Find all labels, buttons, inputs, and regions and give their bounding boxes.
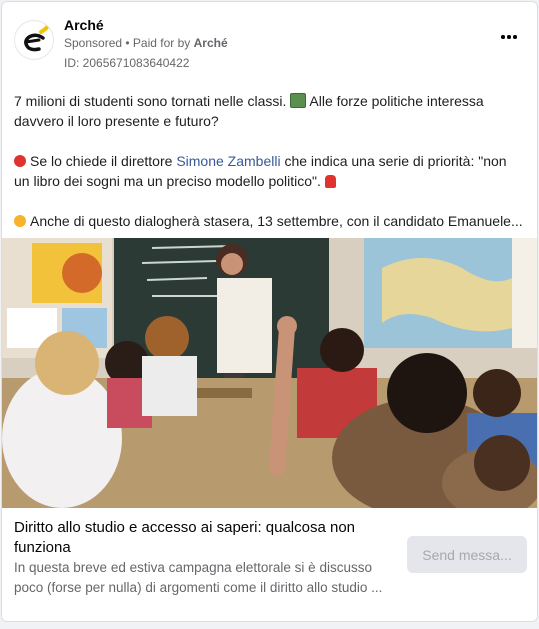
director-link[interactable]: Simone Zambelli — [176, 153, 280, 169]
arche-logo-icon — [24, 24, 50, 52]
message-paragraph-3[interactable]: Anche di questo dialogherà stasera, 13 s… — [14, 211, 524, 231]
red-circle-icon — [14, 155, 26, 167]
send-message-button[interactable]: Send messa... — [407, 536, 527, 573]
ad-id: ID: 2065671083640422 — [64, 56, 190, 70]
sponsored-meta: Sponsored • Paid for by Arché — [64, 36, 228, 50]
classroom-emoji-icon — [290, 93, 307, 108]
sponsored-label: Sponsored — [64, 36, 123, 50]
classroom-photo[interactable] — [2, 238, 537, 508]
page-name[interactable]: Arché — [64, 17, 104, 33]
meta-separator: • — [122, 36, 133, 50]
link-preview[interactable]: Diritto allo studio e accesso ai saperi:… — [2, 508, 537, 621]
message-paragraph-1: 7 milioni di studenti sono tornati nelle… — [14, 93, 484, 129]
ad-post-card: Arché Sponsored • Paid for by Arché ID: … — [1, 1, 538, 622]
classroom-image-icon — [2, 238, 537, 508]
more-options-icon — [501, 35, 505, 39]
page-avatar[interactable] — [14, 20, 54, 60]
more-options-button[interactable] — [499, 30, 519, 44]
post-header: Arché Sponsored • Paid for by Arché ID: … — [2, 2, 537, 78]
paid-for-prefix: Paid for by — [132, 36, 194, 50]
link-headline[interactable]: Diritto allo studio e accesso ai saperi:… — [14, 518, 394, 558]
orange-circle-icon — [14, 215, 26, 227]
message-paragraph-2: Se lo chiede il direttore Simone Zambell… — [14, 153, 507, 189]
backpack-icon — [324, 175, 336, 188]
paid-for-by[interactable]: Arché — [194, 36, 228, 50]
link-description: In questa breve ed estiva campagna elett… — [14, 560, 383, 595]
